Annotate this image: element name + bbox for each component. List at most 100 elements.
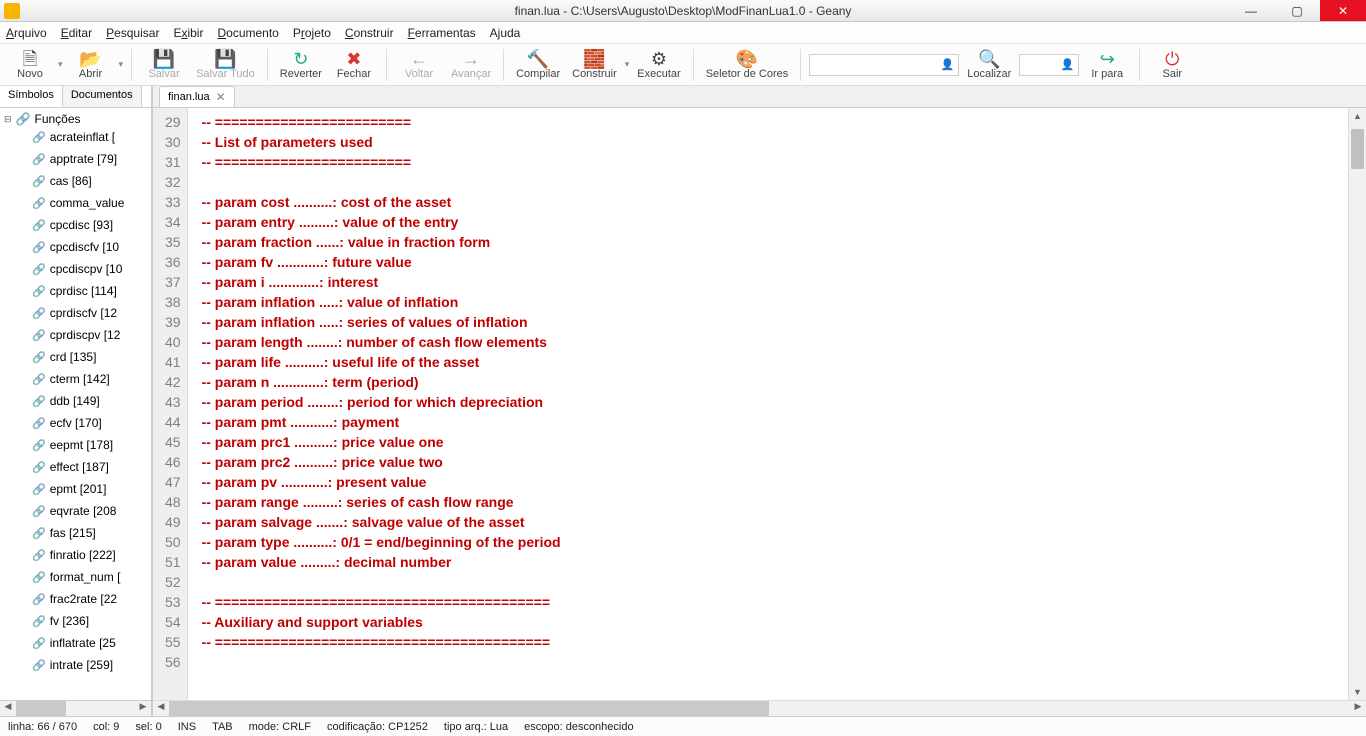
tab-documents[interactable]: Documentos xyxy=(63,86,142,107)
tree-item[interactable]: 🔗cprdiscpv [12 xyxy=(32,324,151,346)
tree-item[interactable]: 🔗intrate [259] xyxy=(32,654,151,676)
menu-construir[interactable]: Construir xyxy=(345,26,394,40)
tree-item[interactable]: 🔗cpcdiscfv [10 xyxy=(32,236,151,258)
avancar-button[interactable]: →Avançar xyxy=(447,45,495,85)
vertical-scrollbar[interactable]: ▲ ▼ xyxy=(1348,108,1366,700)
link-icon: 🔗 xyxy=(16,112,31,126)
scroll-up-icon[interactable]: ▲ xyxy=(1349,108,1366,124)
scroll-right-icon[interactable]: ▶ xyxy=(1350,701,1366,716)
menu-documento[interactable]: Documento xyxy=(217,26,278,40)
sidebar-hscroll[interactable]: ◀ ▶ xyxy=(0,700,151,716)
novo-button[interactable]: 🗎Novo xyxy=(6,45,54,85)
menu-exibir[interactable]: Exibir xyxy=(173,26,203,40)
link-icon: 🔗 xyxy=(32,659,46,672)
link-icon: 🔗 xyxy=(32,461,46,474)
salvartudo-button[interactable]: 💾Salvar Tudo xyxy=(192,45,259,85)
tree-item[interactable]: 🔗eqvrate [208 xyxy=(32,500,151,522)
tree-item[interactable]: 🔗inflatrate [25 xyxy=(32,632,151,654)
abrir-button[interactable]: 📂Abrir xyxy=(67,45,115,85)
voltar-button[interactable]: ←Voltar xyxy=(395,45,443,85)
horizontal-scrollbar[interactable]: ◀ ▶ xyxy=(153,700,1366,716)
reverter-button[interactable]: ↻Reverter xyxy=(276,45,326,85)
tree-item[interactable]: 🔗effect [187] xyxy=(32,456,151,478)
tree-item-label: ecfv [170] xyxy=(50,416,102,430)
tree-item[interactable]: 🔗cprdisc [114] xyxy=(32,280,151,302)
tree-item[interactable]: 🔗epmt [201] xyxy=(32,478,151,500)
menu-pesquisar[interactable]: Pesquisar xyxy=(106,26,159,40)
status-scope: escopo: desconhecido xyxy=(524,721,633,733)
minimize-button[interactable]: — xyxy=(1228,0,1274,21)
scroll-left-icon[interactable]: ◀ xyxy=(0,701,16,716)
tree-item-label: eqvrate [208 xyxy=(50,504,117,518)
run-icon: ⚙ xyxy=(651,50,667,68)
sidebar: Símbolos Documentos ⊟ 🔗 Funções 🔗acratei… xyxy=(0,86,152,716)
sair-button[interactable]: ⏻Sair xyxy=(1148,45,1196,85)
tab-symbols[interactable]: Símbolos xyxy=(0,86,63,107)
tree-item[interactable]: 🔗cas [86] xyxy=(32,170,151,192)
tree-item[interactable]: 🔗format_num [ xyxy=(32,566,151,588)
tree-item[interactable]: 🔗cpcdiscpv [10 xyxy=(32,258,151,280)
tree-item[interactable]: 🔗cpcdisc [93] xyxy=(32,214,151,236)
tree-item[interactable]: 🔗cterm [142] xyxy=(32,368,151,390)
forward-icon: → xyxy=(462,50,480,68)
back-icon: ← xyxy=(410,50,428,68)
tree-item[interactable]: 🔗acrateinflat [ xyxy=(32,126,151,148)
link-icon: 🔗 xyxy=(32,175,46,188)
dropdown-icon[interactable]: ▾ xyxy=(625,59,630,70)
search-input[interactable]: 👤 xyxy=(809,54,959,76)
tree-item[interactable]: 🔗comma_value xyxy=(32,192,151,214)
tree-item-label: cpcdisc [93] xyxy=(50,218,113,232)
tab-close-icon[interactable]: ✕ xyxy=(216,90,226,104)
tree-item[interactable]: 🔗apptrate [79] xyxy=(32,148,151,170)
tree-item[interactable]: 🔗fv [236] xyxy=(32,610,151,632)
collapse-icon[interactable]: ⊟ xyxy=(4,114,12,125)
code-view[interactable]: -- ========================-- List of pa… xyxy=(188,108,1348,700)
tree-item[interactable]: 🔗ddb [149] xyxy=(32,390,151,412)
close-button[interactable]: ✕ xyxy=(1320,0,1366,21)
tree-item-label: fas [215] xyxy=(50,526,96,540)
irpara-button[interactable]: ↪Ir para xyxy=(1083,45,1131,85)
localizar-button[interactable]: 🔍Localizar xyxy=(963,45,1015,85)
tree-item[interactable]: 🔗fas [215] xyxy=(32,522,151,544)
goto-input[interactable]: 👤 xyxy=(1019,54,1079,76)
hscroll-thumb[interactable] xyxy=(169,701,769,716)
scroll-left-icon[interactable]: ◀ xyxy=(153,701,169,716)
menu-ajuda[interactable]: Ajuda xyxy=(490,26,521,40)
menu-arquivo[interactable]: Arquivo xyxy=(6,26,47,40)
code-container: 2930313233343536373839404142434445464748… xyxy=(153,108,1366,700)
dropdown-icon[interactable]: ▾ xyxy=(119,59,124,70)
file-tab-finan[interactable]: finan.lua ✕ xyxy=(159,86,235,107)
tree-item[interactable]: 🔗frac2rate [22 xyxy=(32,588,151,610)
tree-item-label: acrateinflat [ xyxy=(50,130,115,144)
separator xyxy=(1139,49,1140,81)
seletor-button[interactable]: 🎨Seletor de Cores xyxy=(702,45,793,85)
menu-projeto[interactable]: Projeto xyxy=(293,26,331,40)
salvar-button[interactable]: 💾Salvar xyxy=(140,45,188,85)
search-person-icon: 👤 xyxy=(941,58,955,71)
scroll-right-icon[interactable]: ▶ xyxy=(135,701,151,716)
window-buttons: — ▢ ✕ xyxy=(1228,0,1366,21)
tree-item[interactable]: 🔗crd [135] xyxy=(32,346,151,368)
toolbar: 🗎Novo ▾ 📂Abrir ▾ 💾Salvar 💾Salvar Tudo ↻R… xyxy=(0,44,1366,86)
compilar-button[interactable]: 🔨Compilar xyxy=(512,45,564,85)
menu-ferramentas[interactable]: Ferramentas xyxy=(408,26,476,40)
executar-button[interactable]: ⚙Executar xyxy=(633,45,684,85)
goto-icon: ↪ xyxy=(1100,50,1115,68)
scroll-down-icon[interactable]: ▼ xyxy=(1349,684,1366,700)
fechar-button[interactable]: ✖Fechar xyxy=(330,45,378,85)
tree-item[interactable]: 🔗eepmt [178] xyxy=(32,434,151,456)
tree-item[interactable]: 🔗cprdiscfv [12 xyxy=(32,302,151,324)
menu-editar[interactable]: Editar xyxy=(61,26,92,40)
vscroll-thumb[interactable] xyxy=(1351,129,1364,169)
maximize-button[interactable]: ▢ xyxy=(1274,0,1320,21)
revert-icon: ↻ xyxy=(293,50,308,68)
link-icon: 🔗 xyxy=(32,241,46,254)
tree-item[interactable]: 🔗finratio [222] xyxy=(32,544,151,566)
tree-root-functions[interactable]: ⊟ 🔗 Funções xyxy=(0,112,151,126)
dropdown-icon[interactable]: ▾ xyxy=(58,59,63,70)
editor-area: finan.lua ✕ 2930313233343536373839404142… xyxy=(152,86,1366,716)
scroll-thumb[interactable] xyxy=(16,701,66,716)
link-icon: 🔗 xyxy=(32,285,46,298)
tree-item[interactable]: 🔗ecfv [170] xyxy=(32,412,151,434)
construir-button[interactable]: 🧱Construir xyxy=(568,45,621,85)
